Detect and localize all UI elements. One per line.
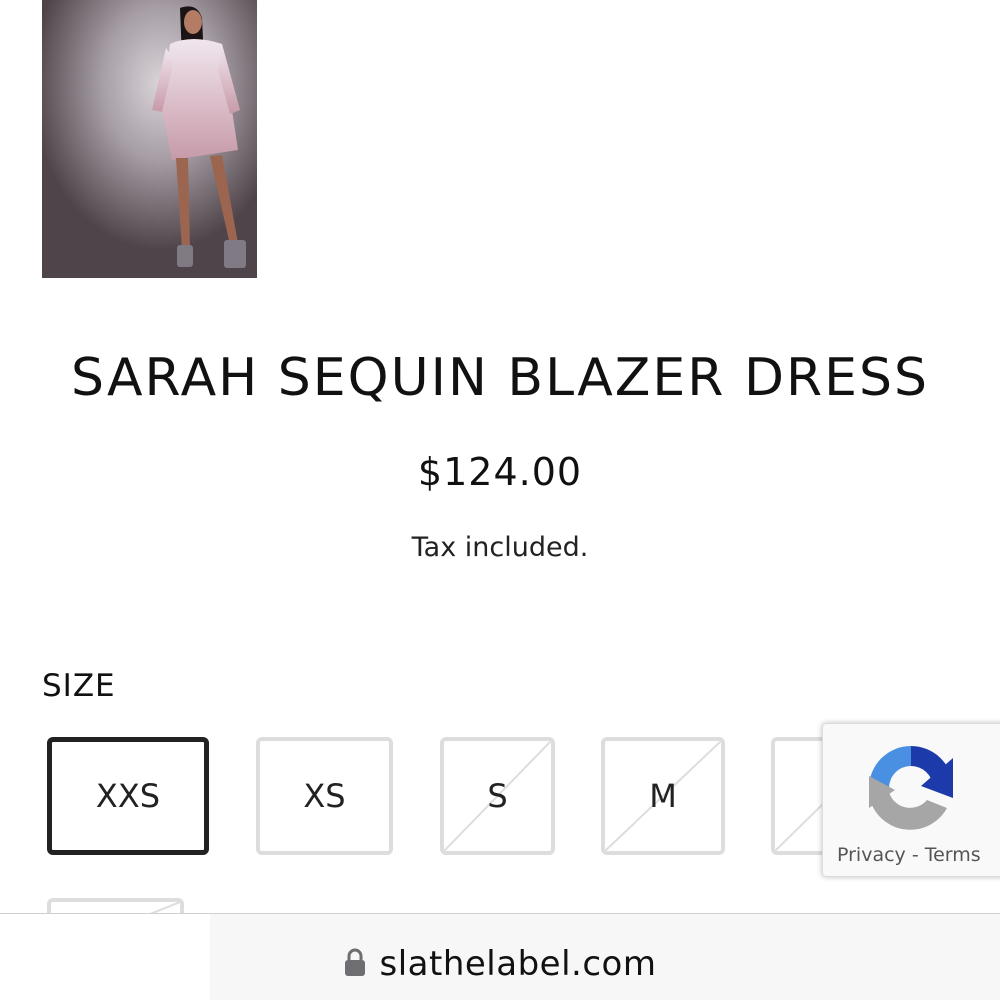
url-display[interactable]: slathelabel.com	[0, 944, 1000, 984]
size-label: SIZE	[42, 668, 116, 704]
tax-note: Tax included.	[411, 532, 589, 563]
recaptcha-badge[interactable]: Privacy - Terms	[822, 723, 1000, 877]
size-option-xxs[interactable]: XXS	[47, 737, 209, 855]
browser-address-bar[interactable]: slathelabel.com	[0, 913, 1000, 1000]
size-option-m[interactable]: M	[601, 737, 725, 855]
size-option-xs[interactable]: XS	[256, 737, 393, 855]
product-photo	[42, 0, 257, 278]
size-option-s[interactable]: S	[440, 737, 555, 855]
product-price: $124.00	[417, 450, 583, 494]
recaptcha-links[interactable]: Privacy - Terms	[837, 844, 981, 866]
size-option-label: M	[649, 777, 677, 815]
product-image[interactable]	[42, 0, 257, 278]
recaptcha-icon	[869, 746, 953, 830]
url-text: slathelabel.com	[379, 944, 657, 984]
size-option-label: S	[487, 777, 508, 815]
size-option-label: XXS	[95, 777, 161, 815]
lock-icon	[344, 948, 365, 976]
product-title: SARAH SEQUIN BLAZER DRESS	[71, 348, 929, 408]
size-option-label: XS	[303, 777, 346, 815]
